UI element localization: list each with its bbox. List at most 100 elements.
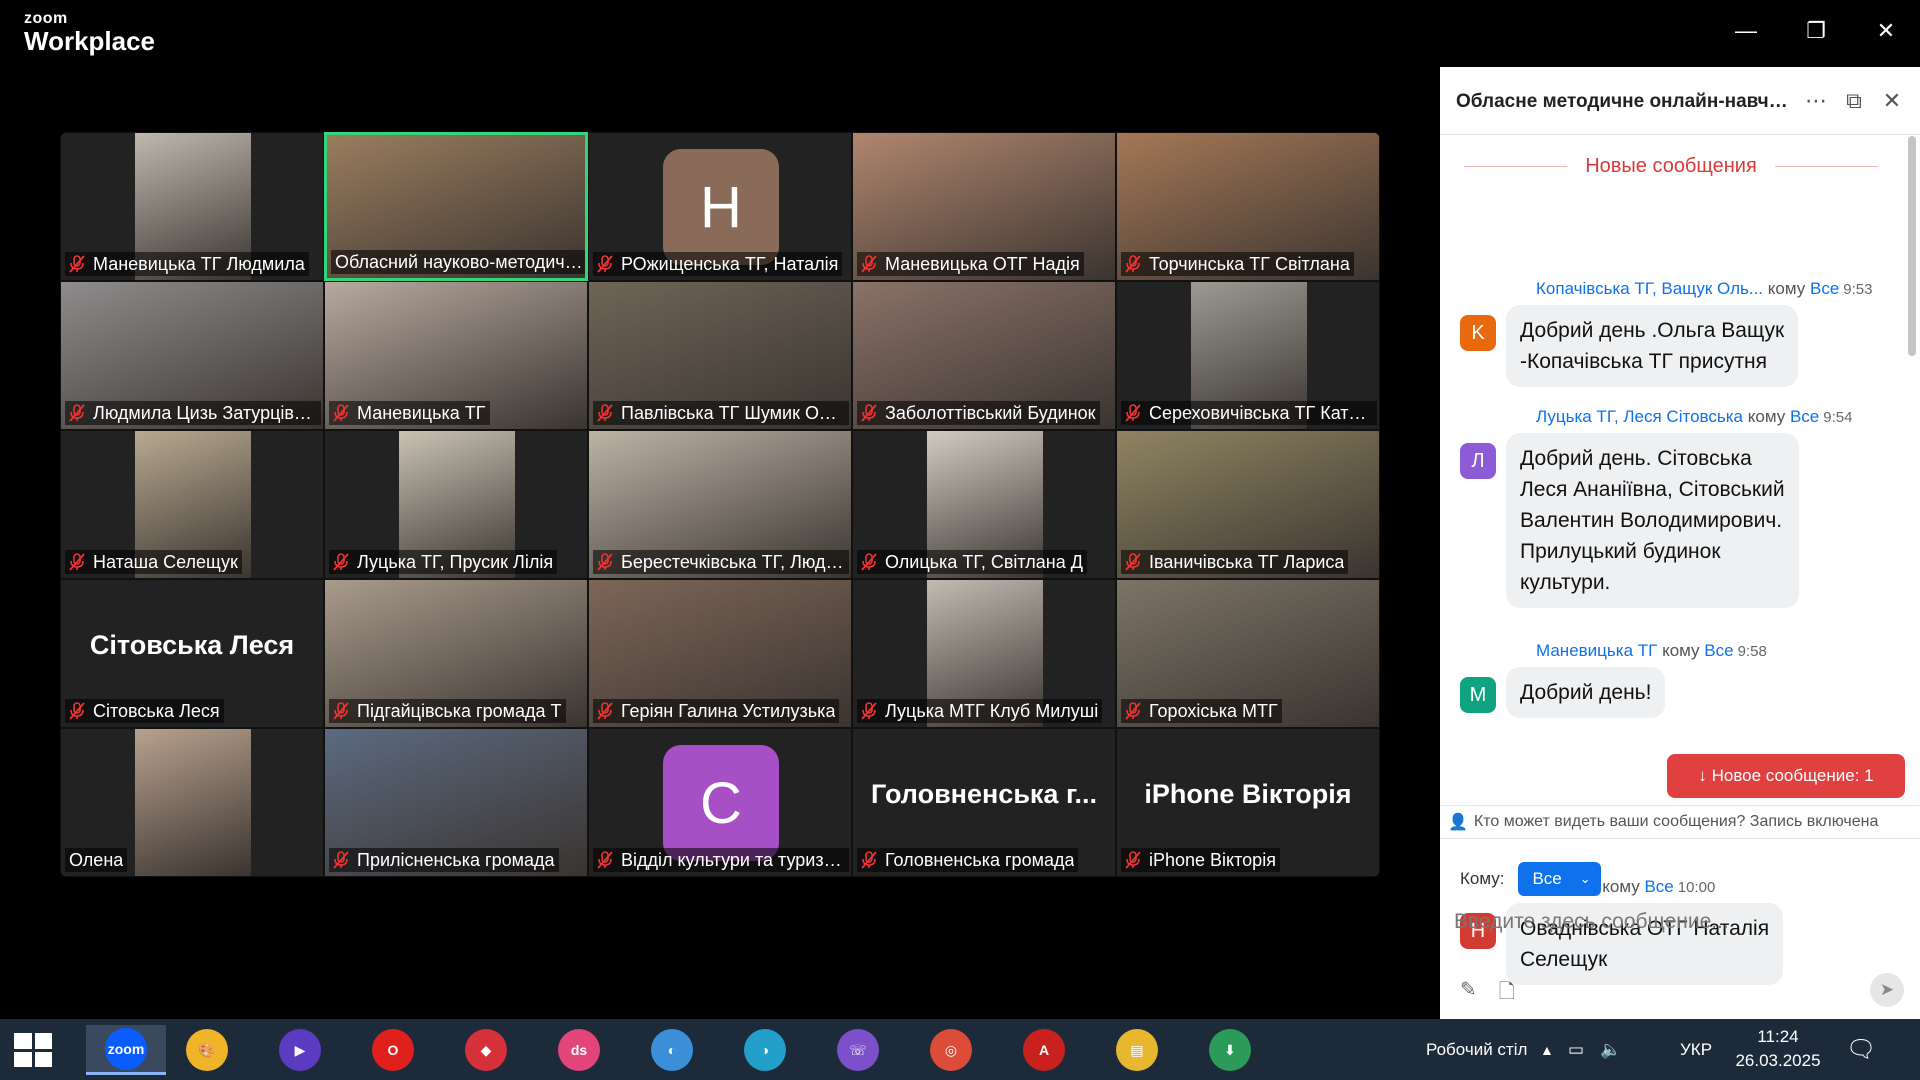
participant-tile[interactable]: Берестечківська ТГ, Людмила <box>588 430 852 579</box>
battery-icon[interactable]: ▭ <box>1568 1019 1584 1080</box>
participant-name: Сітовська Леся <box>93 701 220 721</box>
new-message-button[interactable]: ↓ Новое сообщение: 1 <box>1667 754 1905 798</box>
taskbar-app[interactable]: zoom <box>86 1025 166 1075</box>
participant-tile[interactable]: Заболоттівський Будинок <box>852 281 1116 430</box>
participant-name: Маневицька ТГ Людмила <box>93 254 305 274</box>
participant-tile[interactable]: Головненська г... Головненська громада <box>852 728 1116 877</box>
muted-mic-icon <box>1125 404 1141 422</box>
participant-name-label: Горохіська МТГ <box>1121 699 1282 723</box>
who-can-see-text: Кто может видеть ваши сообщения? Запись … <box>1473 813 1879 830</box>
participant-name-label: Луцька МТГ Клуб Милуші <box>857 699 1103 723</box>
more-icon[interactable]: ⋯ <box>1800 85 1832 117</box>
message-time: 9:58 <box>1737 643 1767 660</box>
taskbar-app-icon: ▤ <box>1116 1029 1158 1071</box>
message-meta: Маневицька ТГ кому Все 9:58 <box>1536 641 1767 661</box>
taskbar-app[interactable]: 🎨 <box>179 1025 235 1075</box>
participant-tile[interactable]: Маневицька ОТГ Надія <box>852 132 1116 281</box>
participant-name: Іваничівська ТГ Лариса <box>1149 552 1345 572</box>
restore-button[interactable]: ❐ <box>1796 14 1836 48</box>
muted-mic-icon <box>597 404 613 422</box>
participant-name: iPhone Вікторія <box>1149 850 1276 870</box>
windows-start-icon[interactable] <box>14 1033 52 1067</box>
participant-tile[interactable]: Обласний науково-методичний <box>324 132 588 281</box>
participant-tile[interactable]: Олена <box>60 728 324 877</box>
participant-name-label: Відділ культури та туризму <box>593 848 849 872</box>
send-button[interactable]: ➤ <box>1870 973 1904 1007</box>
chat-header: Обласне методичне онлайн-навчання ⋯ ⧉ ✕ <box>1440 67 1920 135</box>
participant-tile[interactable]: Горохіська МТГ <box>1116 579 1380 728</box>
sender-avatar: M <box>1460 677 1496 713</box>
participant-name: Сереховичівська ТГ Катерина <box>1149 403 1373 423</box>
participant-tile[interactable]: H РОжищенська ТГ, Наталія <box>588 132 852 281</box>
participant-tile[interactable]: Сітовська Леся Сітовська Леся <box>60 579 324 728</box>
participant-tile[interactable]: Людмила Цизь Затурцівська <box>60 281 324 430</box>
participant-tile[interactable]: Луцька МТГ Клуб Милуші <box>852 579 1116 728</box>
message-sender[interactable]: Луцька ТГ, Леся Сітовська <box>1536 407 1743 426</box>
participant-name-label: Людмила Цизь Затурцівська <box>65 401 321 425</box>
chevron-up-icon[interactable]: ▲ <box>1540 1019 1554 1080</box>
desktop-label[interactable]: Робочий стіл <box>1426 1019 1527 1080</box>
taskbar-app[interactable]: ☏ <box>830 1025 886 1075</box>
logo-big: Workplace <box>24 26 156 56</box>
chat-scrollbar[interactable] <box>1908 136 1916 356</box>
taskbar-app[interactable]: ▤ <box>1109 1025 1165 1075</box>
message-bubble[interactable]: Добрий день .Ольга Ващук -Копачівська ТГ… <box>1506 305 1799 387</box>
participant-tile[interactable]: Сереховичівська ТГ Катерина <box>1116 281 1380 430</box>
taskbar-app[interactable]: ◐ <box>644 1025 700 1075</box>
file-icon[interactable]: 🗋 <box>1499 977 1515 1011</box>
muted-mic-icon <box>597 553 613 571</box>
language-indicator[interactable]: УКР <box>1680 1019 1712 1080</box>
taskbar-app[interactable]: A <box>1016 1025 1072 1075</box>
muted-mic-icon <box>861 851 877 869</box>
taskbar-app[interactable]: ◎ <box>923 1025 979 1075</box>
participant-tile[interactable]: iPhone Вікторія iPhone Вікторія <box>1116 728 1380 877</box>
participant-tile[interactable]: Торчинська ТГ Світлана <box>1116 132 1380 281</box>
message-sender[interactable]: Копачівська ТГ, Ващук Оль... <box>1536 279 1763 298</box>
message-recipient: Все <box>1789 407 1820 426</box>
popout-icon[interactable]: ⧉ <box>1838 85 1870 117</box>
taskbar-app-icon: zoom <box>105 1027 147 1070</box>
to-label: Кому: <box>1460 869 1505 888</box>
participant-name-label: Іваничівська ТГ Лариса <box>1121 550 1349 574</box>
taskbar-app-icon: ⬇ <box>1209 1029 1251 1071</box>
message-to-word: кому <box>1747 407 1786 426</box>
taskbar-app[interactable]: ▶ <box>272 1025 328 1075</box>
participant-name-label: Маневицька ТГ Людмила <box>65 252 309 276</box>
message-bubble[interactable]: Добрий день! <box>1506 667 1666 718</box>
participant-tile[interactable]: Підгайцівська громада Т <box>324 579 588 728</box>
format-text-icon[interactable]: ✎ <box>1460 977 1477 1011</box>
participant-tile[interactable]: Геріян Галина Устилузька <box>588 579 852 728</box>
taskbar-app[interactable]: ◑ <box>737 1025 793 1075</box>
taskbar-app-icon: ds <box>558 1029 600 1071</box>
participant-name-label: Прилісненська громада <box>329 848 559 872</box>
message-sender[interactable]: Маневицька ТГ <box>1536 641 1657 660</box>
recipient-dropdown[interactable]: Все ⌄ <box>1518 862 1601 896</box>
taskbar-app-icon: ◑ <box>744 1029 786 1071</box>
participant-tile[interactable]: Олицька ТГ, Світлана Д <box>852 430 1116 579</box>
participant-tile[interactable]: Павлівська ТГ Шумик Ольга <box>588 281 852 430</box>
participant-tile[interactable]: Іваничівська ТГ Лариса <box>1116 430 1380 579</box>
minimize-button[interactable]: — <box>1726 14 1766 48</box>
participant-name-label: Геріян Галина Устилузька <box>593 699 840 723</box>
participant-name-label: Наташа Селещук <box>65 550 242 574</box>
message-bubble[interactable]: Добрий день. Сітовська Леся Ананіївна, С… <box>1506 433 1799 608</box>
message-input[interactable]: Введите здесь сообщение... <box>1454 910 1729 934</box>
notification-icon[interactable]: 🗨 <box>1846 1019 1876 1080</box>
taskbar-app[interactable]: ◆ <box>458 1025 514 1075</box>
participant-tile[interactable]: Луцька ТГ, Прусик Лілія <box>324 430 588 579</box>
close-icon[interactable]: ✕ <box>1876 85 1908 117</box>
taskbar-app[interactable]: O <box>365 1025 421 1075</box>
participant-tile[interactable]: Прилісненська громада <box>324 728 588 877</box>
clock[interactable]: 11:24 26.03.2025 <box>1728 1025 1828 1073</box>
participant-tile[interactable]: C Відділ культури та туризму <box>588 728 852 877</box>
taskbar-app-icon: ◆ <box>465 1029 507 1071</box>
participant-tile[interactable]: Маневицька ТГ Людмила <box>60 132 324 281</box>
participant-tile[interactable]: Маневицька ТГ <box>324 281 588 430</box>
participant-name: Прилісненська громада <box>357 850 555 870</box>
who-can-see-notice[interactable]: 👤 Кто может видеть ваши сообщения? Запис… <box>1440 805 1920 839</box>
participant-tile[interactable]: Наташа Селещук <box>60 430 324 579</box>
taskbar-app[interactable]: ds <box>551 1025 607 1075</box>
volume-icon[interactable]: 🔈 <box>1600 1019 1621 1080</box>
close-button[interactable]: ✕ <box>1866 14 1906 48</box>
taskbar-app[interactable]: ⬇ <box>1202 1025 1258 1075</box>
